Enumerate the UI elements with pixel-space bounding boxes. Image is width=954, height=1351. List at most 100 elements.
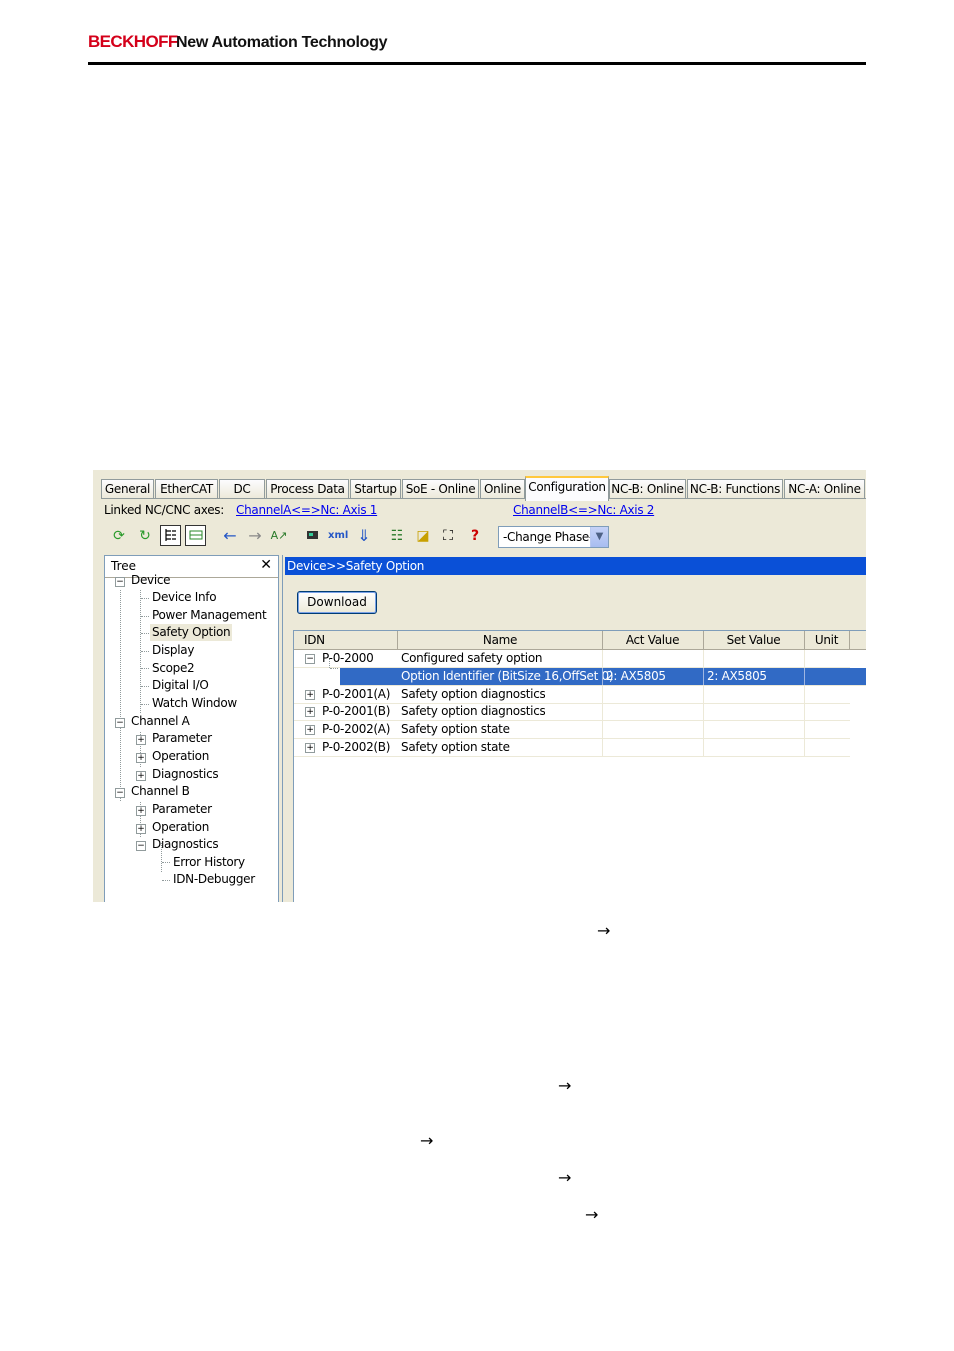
expand-icon[interactable]: + xyxy=(136,771,146,781)
tab-process-data[interactable]: Process Data xyxy=(266,479,349,499)
refresh-icon[interactable]: ↻ xyxy=(135,526,155,546)
table-row[interactable]: + P-0-2001(A) Safety option diagnostics xyxy=(294,686,850,704)
expand-icon[interactable]: + xyxy=(305,725,315,735)
fit-icon[interactable]: ⛶ xyxy=(438,526,458,546)
tree-item-channel-a[interactable]: Channel A xyxy=(131,713,190,730)
tab-nc-b-online[interactable]: NC-B: Online xyxy=(609,479,686,499)
table-header: IDN Name Act Value Set Value Unit xyxy=(294,631,866,650)
tree-item-channel-b-operation[interactable]: Operation xyxy=(152,819,209,836)
collapse-icon[interactable]: − xyxy=(136,841,146,851)
tab-ethercat[interactable]: EtherCAT xyxy=(155,479,218,499)
table-row[interactable]: − P-0-2000 Configured safety option xyxy=(294,650,850,668)
xml-export-icon[interactable]: xml xyxy=(328,526,348,546)
tab-configuration[interactable]: Configuration xyxy=(525,476,609,501)
row-name: Safety option state xyxy=(401,740,510,754)
cell-divider xyxy=(602,703,603,720)
column-set-value[interactable]: Set Value xyxy=(703,631,805,649)
row-set-value: 2: AX5805 xyxy=(707,669,767,683)
tab-general[interactable]: General xyxy=(101,479,154,499)
chevron-down-icon[interactable]: ▼ xyxy=(590,527,608,547)
tab-nc-a-online[interactable]: NC-A: Online xyxy=(784,479,865,499)
tree-item-power-management[interactable]: Power Management xyxy=(152,607,267,624)
tree-item-channel-a-diagnostics[interactable]: Diagnostics xyxy=(152,766,219,783)
tree-item-digital-io[interactable]: Digital I/O xyxy=(152,677,209,694)
tree-connector xyxy=(141,616,149,617)
arrow-glyph: → xyxy=(597,921,611,940)
tree-connector xyxy=(141,598,149,599)
tab-soe-online[interactable]: SoE - Online xyxy=(402,479,479,499)
tree-connector xyxy=(162,862,170,863)
tree-view-icon[interactable] xyxy=(160,525,181,546)
cell-divider xyxy=(703,703,704,720)
row-name: Safety option diagnostics xyxy=(401,704,546,718)
select-icon[interactable]: ◪ xyxy=(413,526,433,546)
tree-item-device-info[interactable]: Device Info xyxy=(152,589,217,606)
cell-divider xyxy=(804,686,805,703)
download-button[interactable]: Download xyxy=(297,591,377,614)
cell-divider xyxy=(703,650,704,667)
channel-b-axis-link[interactable]: ChannelB<=>Nc: Axis 2 xyxy=(513,503,654,517)
row-name: Safety option state xyxy=(401,722,510,736)
breadcrumb: Device>>Safety Option xyxy=(285,557,866,575)
list-check-icon[interactable]: ☷ xyxy=(387,526,407,546)
cell-divider xyxy=(804,668,805,685)
tab-nc-b-functions[interactable]: NC-B: Functions xyxy=(687,479,783,499)
expand-icon[interactable]: + xyxy=(136,806,146,816)
cell-divider xyxy=(703,686,704,703)
cell-divider xyxy=(703,721,704,738)
row-idn: P-0-2002(B) xyxy=(322,740,391,754)
tree-item-channel-b-parameter[interactable]: Parameter xyxy=(152,801,212,818)
tree-item-error-history[interactable]: Error History xyxy=(173,854,245,871)
tab-online[interactable]: Online xyxy=(480,479,525,499)
collapse-icon[interactable]: − xyxy=(115,718,125,728)
tree-item-channel-b[interactable]: Channel B xyxy=(131,783,190,800)
tree-item-display[interactable]: Display xyxy=(152,642,194,659)
table-row[interactable]: + P-0-2002(A) Safety option state xyxy=(294,721,850,739)
cell-divider xyxy=(602,650,603,667)
expand-icon[interactable]: + xyxy=(305,707,315,717)
forward-arrow-icon[interactable]: → xyxy=(245,526,265,546)
change-phase-select[interactable]: -Change Phase- ▼ xyxy=(498,526,609,548)
table-row-selected[interactable]: Option Identifier (BitSize 16,OffSet 0) … xyxy=(340,668,866,686)
tree-title: Tree xyxy=(111,559,137,573)
tree-item-safety-option[interactable]: Safety Option xyxy=(150,624,233,641)
back-arrow-icon[interactable]: ← xyxy=(220,526,240,546)
tree-item-idn-debugger[interactable]: IDN-Debugger xyxy=(173,871,255,888)
expand-icon[interactable]: + xyxy=(305,690,315,700)
tree-item-device[interactable]: Device xyxy=(131,572,171,589)
column-act-value[interactable]: Act Value xyxy=(602,631,704,649)
tree-connector xyxy=(329,659,330,668)
column-unit[interactable]: Unit xyxy=(804,631,850,649)
tree-item-channel-a-operation[interactable]: Operation xyxy=(152,748,209,765)
tree-item-scope2[interactable]: Scope2 xyxy=(152,660,195,677)
change-phase-value: -Change Phase- xyxy=(503,530,594,544)
collapse-icon[interactable]: − xyxy=(115,788,125,798)
expand-icon[interactable]: + xyxy=(136,824,146,834)
tree-item-channel-b-diagnostics[interactable]: Diagnostics xyxy=(152,836,219,853)
import-icon[interactable]: ⇓ xyxy=(354,526,374,546)
expand-icon[interactable]: + xyxy=(305,743,315,753)
expand-icon[interactable]: + xyxy=(136,735,146,745)
column-idn[interactable]: IDN xyxy=(294,631,398,649)
refresh-all-icon[interactable]: ⟳ xyxy=(109,526,129,546)
table-row[interactable]: + P-0-2001(B) Safety option diagnostics xyxy=(294,703,850,721)
tree-item-watch-window[interactable]: Watch Window xyxy=(152,695,237,712)
column-name[interactable]: Name xyxy=(398,631,603,649)
translate-icon[interactable]: A↗ xyxy=(269,526,289,546)
split-view-icon[interactable] xyxy=(185,525,206,546)
close-icon[interactable]: ✕ xyxy=(260,557,272,573)
cell-divider xyxy=(703,668,704,685)
device-icon[interactable] xyxy=(303,526,323,546)
tree-item-channel-a-parameter[interactable]: Parameter xyxy=(152,730,212,747)
collapse-icon[interactable]: − xyxy=(115,577,125,587)
table-row[interactable]: + P-0-2002(B) Safety option state xyxy=(294,739,850,757)
collapse-icon[interactable]: − xyxy=(305,654,315,664)
tree-connector xyxy=(141,704,149,705)
tab-startup[interactable]: Startup xyxy=(350,479,401,499)
detail-panel: Device>>Safety Option Download IDN Name … xyxy=(282,555,866,902)
tab-dc[interactable]: DC xyxy=(219,479,265,499)
channel-a-axis-link[interactable]: ChannelA<=>Nc: Axis 1 xyxy=(236,503,377,517)
help-icon[interactable]: ? xyxy=(465,526,485,546)
row-idn: P-0-2002(A) xyxy=(322,722,391,736)
expand-icon[interactable]: + xyxy=(136,753,146,763)
